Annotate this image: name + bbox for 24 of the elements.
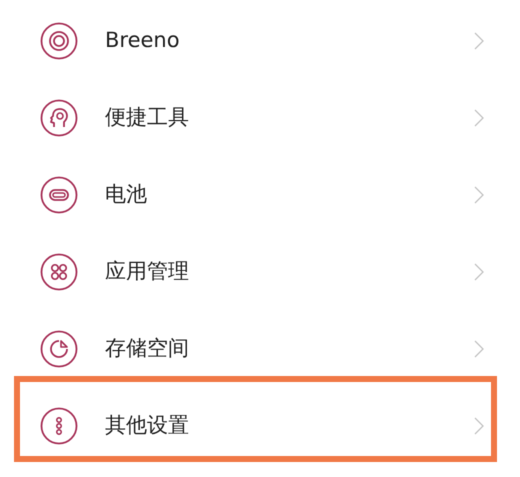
pie-chart-icon: [40, 330, 78, 368]
settings-item[interactable]: 便捷工具: [0, 79, 520, 156]
chevron-icon: [474, 108, 484, 126]
settings-item[interactable]: Breeno: [0, 2, 520, 79]
chevron-icon: [474, 32, 484, 50]
item-label: 便捷工具: [105, 104, 190, 131]
target-icon: [40, 22, 78, 60]
settings-item[interactable]: 存储空间: [0, 310, 520, 387]
item-label: Breeno: [105, 26, 181, 54]
settings-item[interactable]: 电池: [0, 156, 520, 233]
head-icon: [40, 98, 78, 136]
chevron-icon: [474, 186, 484, 204]
apps-icon: [40, 252, 78, 290]
battery-icon: [40, 176, 78, 214]
chevron-icon: [474, 416, 484, 434]
item-label: 应用管理: [105, 258, 190, 285]
chevron-icon: [474, 262, 484, 280]
item-label: 存储空间: [105, 334, 190, 362]
item-label: 电池: [105, 180, 148, 208]
settings-item[interactable]: 应用管理: [0, 233, 520, 310]
more-icon: [40, 406, 78, 444]
settings-item[interactable]: 其他设置: [0, 387, 520, 464]
item-label: 其他设置: [105, 412, 190, 439]
chevron-icon: [474, 340, 484, 358]
